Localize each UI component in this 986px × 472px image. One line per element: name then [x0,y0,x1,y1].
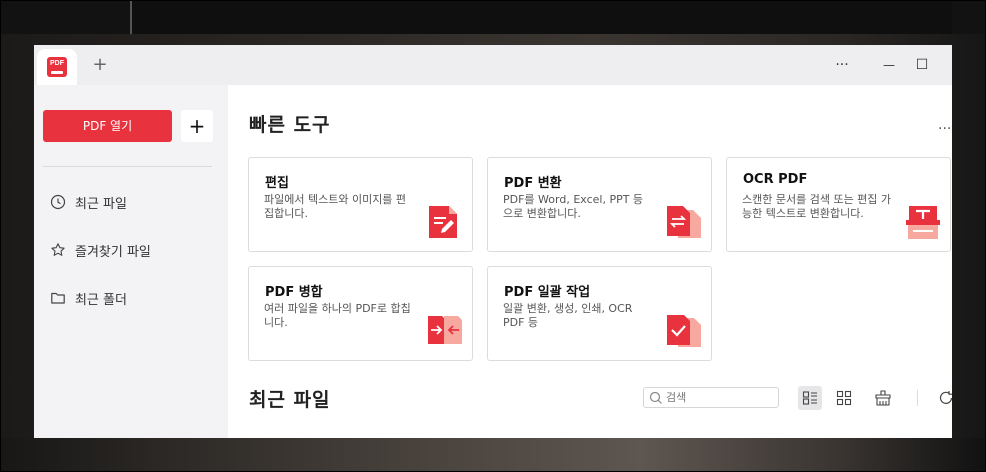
clock-icon [50,194,66,210]
batch-icon [667,315,701,347]
sidebar-item-recent-folders[interactable]: 최근 폴더 [50,286,127,310]
main-content: 빠른 도구 ··· 편집 파일에서 텍스트와 이미지를 편집합니다. PDF 변… [228,85,952,438]
maximize-button[interactable]: ☐ [911,55,933,75]
card-description: PDF를 Word, Excel, PPT 등으로 변환합니다. [503,193,644,220]
quick-tools-more-button[interactable]: ··· [938,121,951,137]
star-icon [51,243,65,256]
merge-icon [428,316,462,344]
grid-view-icon [836,390,852,406]
sidebar-item-favorites[interactable]: 즐겨찾기 파일 [50,238,151,262]
tool-card-edit[interactable]: 편집 파일에서 텍스트와 이미지를 편집합니다. [248,157,473,252]
quick-tools-title: 빠른 도구 [249,114,331,136]
refresh-button[interactable] [934,386,952,410]
open-pdf-button[interactable]: PDF 열기 [43,110,172,142]
background-window [0,0,986,34]
pdf-logo-icon: PDF [46,56,68,78]
tool-card-batch[interactable]: PDF 일괄 작업 일괄 변환, 생성, 인쇄, OCR PDF 등 [487,266,712,361]
titlebar: PDF + ··· — ☐ [34,45,952,85]
home-tab[interactable]: PDF [37,49,77,85]
card-title: PDF 변환 [504,176,562,191]
logo-text: PDF [50,60,64,67]
edit-icon [429,206,457,238]
search-input[interactable] [666,390,771,405]
broom-icon [875,390,891,406]
card-description: 일괄 변환, 생성, 인쇄, OCR PDF 등 [503,302,633,329]
sidebar-item-label: 최근 폴더 [75,292,127,308]
clear-button[interactable] [871,386,895,410]
more-options-button[interactable]: ··· [831,55,853,75]
minimize-button[interactable]: — [878,55,900,75]
search-box[interactable] [643,387,779,408]
app-window: PDF + ··· — ☐ PDF 열기 + 최근 파일 즐겨찾기 파일 최근 … [34,45,952,438]
list-view-icon [802,391,817,405]
tool-card-ocr[interactable]: OCR PDF 스캔한 문서를 검색 또는 편집 가능한 텍스트로 변환합니다. [726,157,951,252]
list-view-button[interactable] [798,386,822,410]
folder-icon [51,292,65,304]
card-description: 스캔한 문서를 검색 또는 편집 가능한 텍스트로 변환합니다. [742,193,892,220]
sidebar-item-label: 최근 파일 [75,196,127,212]
background-bottom [0,438,986,472]
card-description: 여러 파일을 하나의 PDF로 합칩니다. [264,302,411,329]
sidebar-divider [43,166,212,167]
card-title: 편집 [265,176,289,191]
recent-files-title: 최근 파일 [249,389,331,411]
toolbar-divider [917,390,918,406]
card-title: PDF 일괄 작업 [504,285,591,300]
convert-icon [667,206,701,238]
sidebar-item-recent-files[interactable]: 최근 파일 [50,190,127,214]
grid-view-button[interactable] [832,386,856,410]
card-title: OCR PDF [743,172,808,187]
card-description: 파일에서 텍스트와 이미지를 편집합니다. [264,193,407,220]
new-tab-button[interactable]: + [90,55,110,75]
refresh-icon [939,391,952,404]
search-icon [649,391,662,404]
tool-card-merge[interactable]: PDF 병합 여러 파일을 하나의 PDF로 합칩니다. [248,266,473,361]
card-title: PDF 병합 [265,285,323,300]
sidebar-item-label: 즐겨찾기 파일 [75,244,151,260]
sidebar: PDF 열기 + 최근 파일 즐겨찾기 파일 최근 폴더 [34,85,228,438]
add-button[interactable]: + [181,110,213,142]
tool-card-convert[interactable]: PDF 변환 PDF를 Word, Excel, PPT 등으로 변환합니다. [487,157,712,252]
ocr-icon [906,206,940,239]
